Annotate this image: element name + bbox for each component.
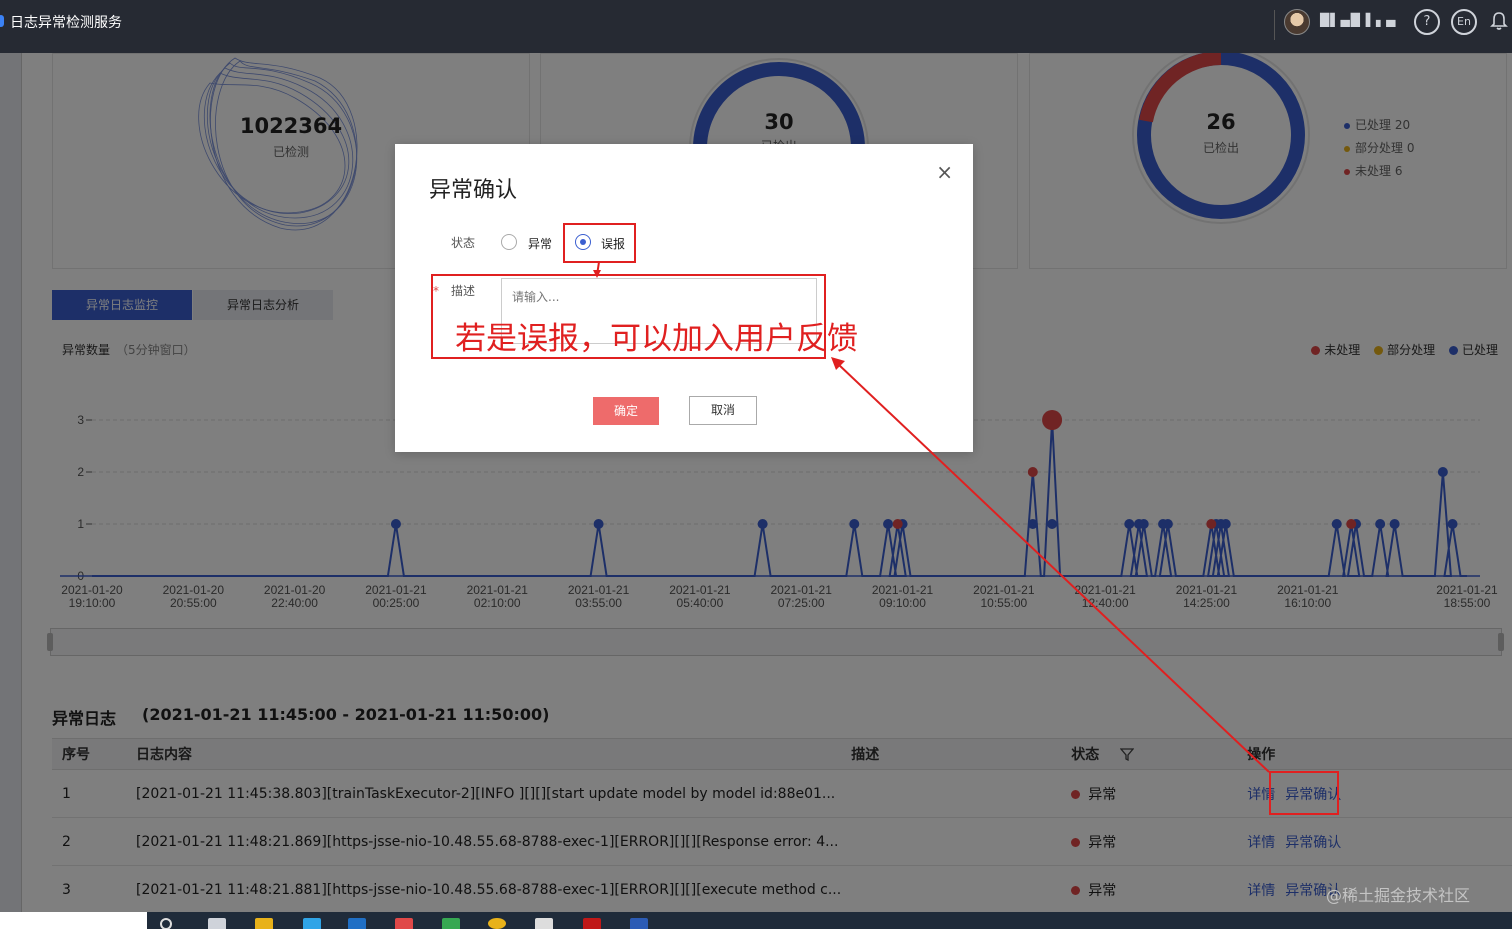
annotation-text: 若是误报，可以加入用户反馈 (455, 321, 858, 357)
avatar[interactable] (1284, 9, 1310, 35)
cancel-button[interactable]: 取消 (689, 396, 757, 425)
word-icon[interactable] (630, 918, 648, 929)
radio-anomaly-label[interactable]: 异常 (528, 235, 552, 252)
notepad-icon[interactable] (535, 918, 553, 929)
top-bar: 日志异常检测服务 █▌▄█ ▌▖▄ ? En (0, 0, 1512, 53)
browser-icon[interactable] (303, 918, 321, 929)
app-title: 日志异常检测服务 (0, 12, 122, 32)
task-view-icon[interactable] (208, 918, 226, 929)
watermark: @稀土掘金技术社区 (1326, 886, 1471, 905)
app-icon[interactable] (395, 918, 413, 929)
language-icon[interactable]: En (1451, 9, 1477, 35)
annotation-box-confirm-link (1269, 771, 1339, 815)
chrome-icon[interactable] (488, 918, 506, 929)
close-icon[interactable]: × (936, 160, 953, 184)
folder-icon[interactable] (255, 918, 273, 929)
topbar-divider (1274, 10, 1275, 40)
pycharm-icon[interactable] (442, 918, 460, 929)
status-label: 状态 (451, 236, 476, 250)
dialog-title: 异常确认 (429, 178, 518, 203)
search-icon[interactable] (160, 918, 172, 929)
outlook-icon[interactable] (348, 918, 366, 929)
annotation-box-radio (563, 223, 636, 263)
username[interactable]: █▌▄█ ▌▖▄ (1320, 13, 1396, 27)
confirm-button[interactable]: 确定 (593, 397, 659, 425)
os-taskbar (0, 912, 1512, 929)
help-icon[interactable]: ? (1414, 9, 1440, 35)
pdf-icon[interactable] (583, 918, 601, 929)
bell-icon[interactable] (1490, 11, 1508, 31)
radio-anomaly[interactable] (501, 234, 517, 250)
taskbar-blank (0, 912, 147, 929)
